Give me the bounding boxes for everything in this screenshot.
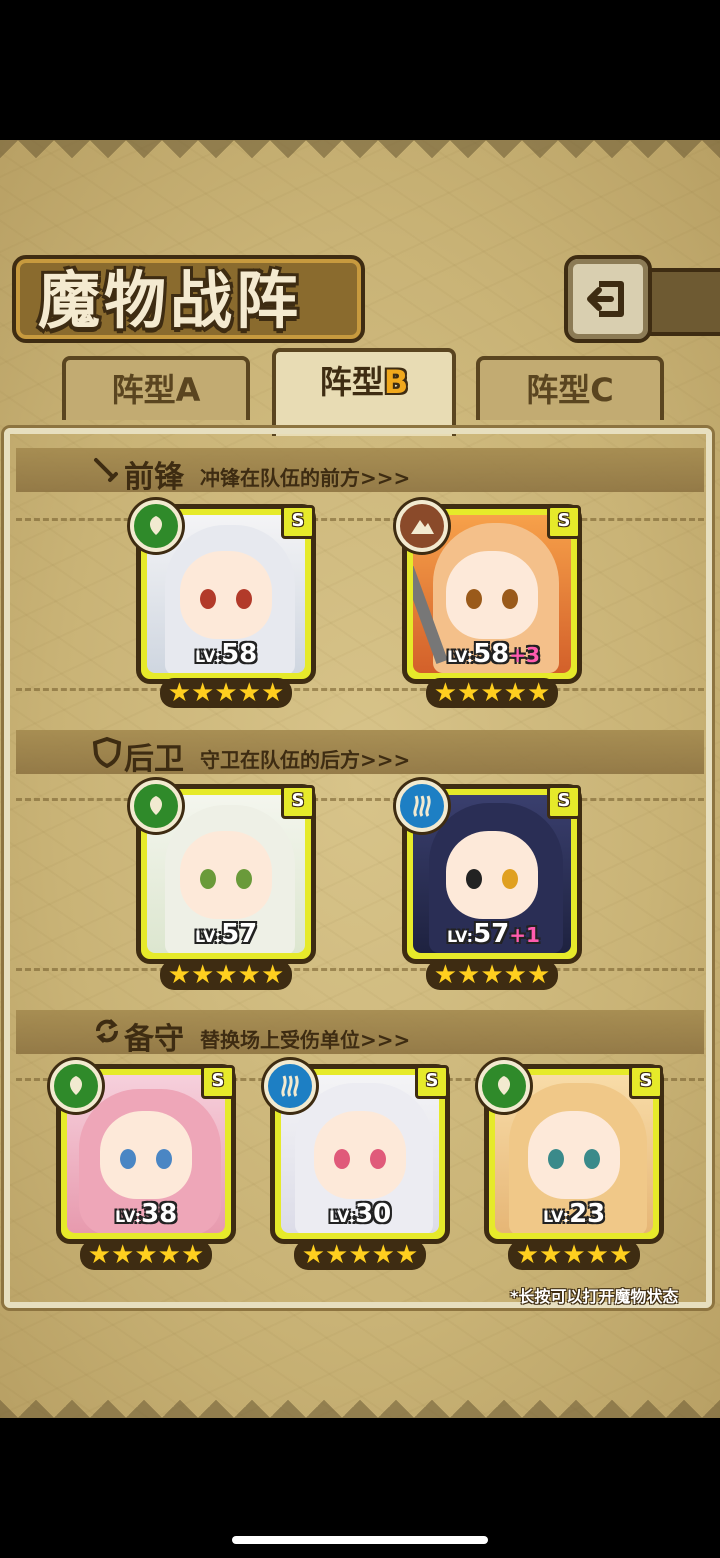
tab-letter: C — [590, 371, 614, 409]
star-rating: ★★★★★ — [426, 960, 558, 990]
level-label: LV:58+3 — [447, 639, 540, 669]
page-title: 魔物战阵 — [38, 264, 303, 337]
earth-element-icon — [396, 500, 448, 552]
home-indicator[interactable] — [232, 1536, 488, 1544]
rank-badge: S — [629, 1065, 663, 1099]
leaf-element-icon — [478, 1060, 530, 1112]
divider — [16, 688, 704, 691]
star-rating: ★★★★★ — [508, 1240, 640, 1270]
tab-label: 阵型 — [526, 371, 591, 409]
tab-formation-b[interactable]: 阵型B — [272, 348, 456, 436]
rank-badge: S — [415, 1065, 449, 1099]
tab-formation-a[interactable]: 阵型A — [62, 356, 250, 420]
level-label: LV:23 — [543, 1199, 606, 1229]
tab-letter: B — [383, 363, 409, 401]
shield-icon — [92, 736, 122, 768]
water-element-icon — [264, 1060, 316, 1112]
section-title: 后卫 — [124, 742, 184, 777]
sword-icon — [94, 458, 118, 482]
divider — [16, 798, 704, 801]
star-rating: ★★★★★ — [426, 678, 558, 708]
star-rating: ★★★★★ — [160, 678, 292, 708]
level-label: LV:57 — [195, 919, 258, 949]
level-label: LV:57+1 — [447, 919, 540, 949]
swap-icon — [96, 1018, 118, 1044]
torn-edge-bottom — [0, 1382, 720, 1418]
level-label: LV:58 — [195, 639, 258, 669]
leaf-element-icon — [130, 500, 182, 552]
rank-badge: S — [281, 785, 315, 819]
leaf-element-icon — [50, 1060, 102, 1112]
tab-label: 阵型 — [111, 371, 176, 409]
rank-badge: S — [201, 1065, 235, 1099]
section-subtitle: 冲锋在队伍的前方>>> — [200, 466, 411, 490]
star-rating: ★★★★★ — [294, 1240, 426, 1270]
section-subtitle: 替换场上受伤单位>>> — [200, 1028, 411, 1052]
level-label: LV:38 — [115, 1199, 178, 1229]
section-title: 备守 — [124, 1022, 184, 1057]
level-label: LV:30 — [329, 1199, 392, 1229]
back-button[interactable] — [564, 255, 652, 343]
divider — [16, 968, 704, 971]
rank-badge: S — [547, 505, 581, 539]
section-subtitle: 守卫在队伍的后方>>> — [200, 748, 411, 772]
star-rating: ★★★★★ — [160, 960, 292, 990]
star-rating: ★★★★★ — [80, 1240, 212, 1270]
rank-badge: S — [547, 785, 581, 819]
rank-badge: S — [281, 505, 315, 539]
tab-label: 阵型 — [319, 363, 384, 401]
leaf-element-icon — [130, 780, 182, 832]
long-press-hint: *长按可以打开魔物状态 — [510, 1287, 679, 1306]
back-arrow-icon — [587, 281, 624, 317]
torn-edge-top — [0, 140, 720, 176]
section-title: 前锋 — [124, 460, 184, 495]
divider — [16, 518, 704, 521]
water-element-icon — [396, 780, 448, 832]
tab-letter: A — [175, 371, 201, 409]
tab-formation-c[interactable]: 阵型C — [476, 356, 664, 420]
